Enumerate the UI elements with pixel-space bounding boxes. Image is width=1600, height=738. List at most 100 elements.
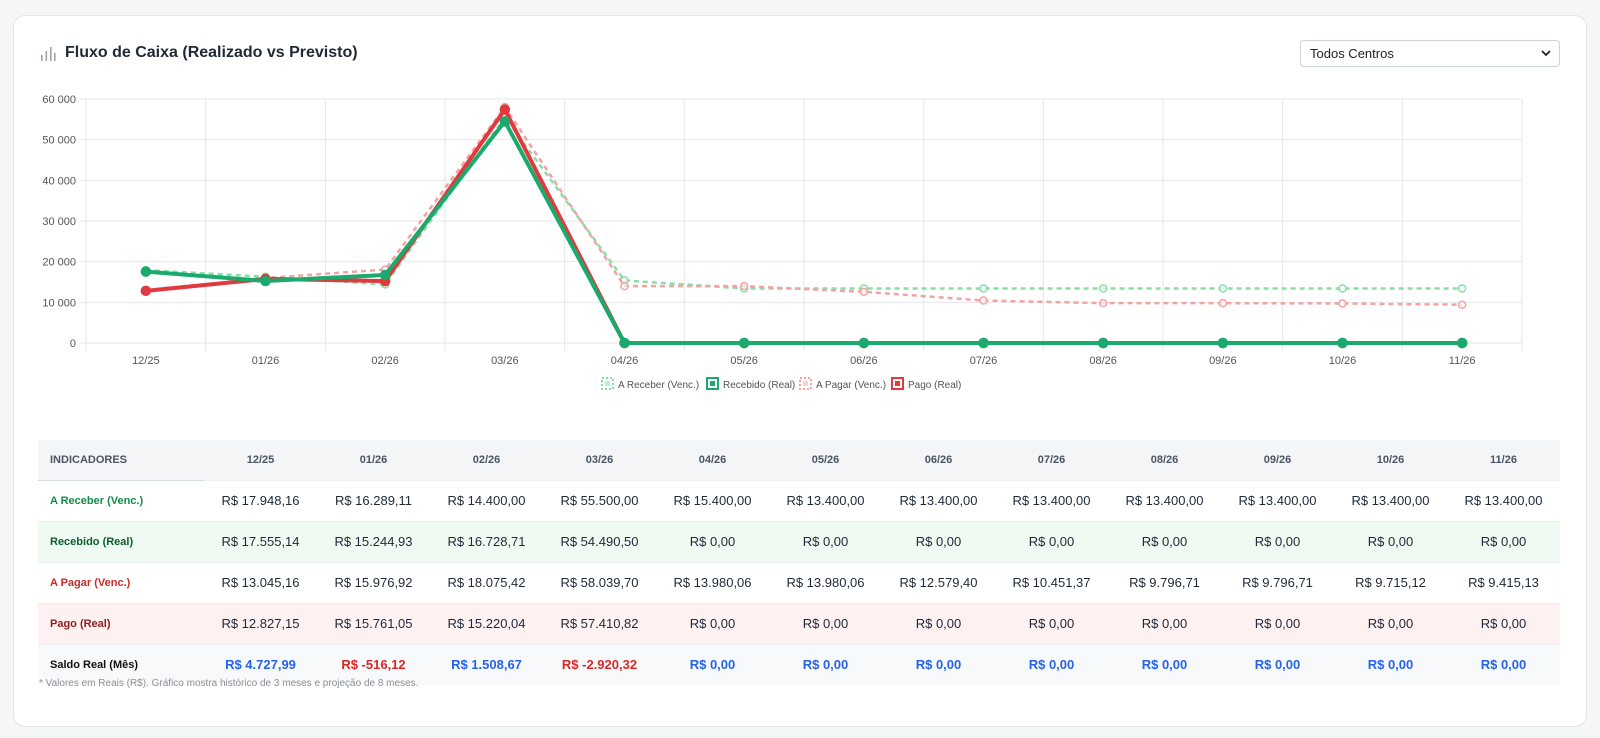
column-header-month: 08/26 [1108, 440, 1221, 480]
table-cell: R$ 0,00 [1221, 520, 1334, 562]
cash-flow-card: Fluxo de Caixa (Realizado vs Previsto) T… [13, 15, 1587, 727]
data-point [858, 337, 870, 349]
x-tick-label: 10/26 [1329, 355, 1357, 367]
table-cell: R$ 9.715,12 [1334, 561, 1447, 603]
data-point [979, 296, 988, 305]
column-header-month: 12/25 [204, 440, 317, 480]
table-row: A Receber (Venc.) R$ 17.948,16 R$ 16.289,1… [38, 479, 1560, 521]
table-cell: R$ 0,00 [656, 643, 769, 685]
row-label: Recebido (Real) [38, 520, 204, 562]
table-cell: R$ 13.400,00 [995, 479, 1108, 521]
table-cell: R$ 54.490,50 [543, 520, 656, 562]
table-cell: R$ 0,00 [1447, 643, 1560, 685]
table-cell: R$ 0,00 [1334, 520, 1447, 562]
data-point [1098, 298, 1108, 308]
column-header-month: 04/26 [656, 440, 769, 480]
table-cell: R$ 0,00 [656, 520, 769, 562]
column-header-indicators: INDICADORES [38, 440, 204, 481]
table-cell: R$ 0,00 [1334, 643, 1447, 685]
table-cell: R$ 17.555,14 [204, 520, 317, 562]
x-tick-label: 01/26 [252, 355, 280, 367]
legend-marker-fill [710, 381, 715, 386]
table-cell: R$ 13.400,00 [1447, 479, 1560, 521]
table-cell: R$ 0,00 [1108, 643, 1221, 685]
table-header-row: INDICADORES 12/25 01/26 02/26 03/26 04/26 05/2… [38, 440, 1560, 481]
x-tick-label: 11/26 [1449, 355, 1476, 367]
y-tick-label: 10 000 [42, 297, 76, 309]
table-cell: R$ 0,00 [882, 520, 995, 562]
data-point [140, 285, 152, 297]
table-cell: R$ 9.796,71 [1221, 561, 1334, 603]
table-cell: R$ 9.796,71 [1108, 561, 1221, 603]
table-row: Recebido (Real) R$ 17.555,14 R$ 15.244,93 R… [38, 520, 1560, 562]
table-row: Pago (Real) R$ 12.827,15 R$ 15.761,05 R$ 15… [38, 602, 1560, 644]
table-cell: R$ 12.579,40 [882, 561, 995, 603]
table-cell: R$ 0,00 [995, 602, 1108, 644]
table-cell: R$ 9.415,13 [1447, 561, 1560, 603]
data-point [1338, 299, 1347, 308]
y-tick-label: 20 000 [42, 257, 76, 269]
column-header-month: 03/26 [543, 440, 656, 480]
table-cell: R$ 0,00 [1447, 520, 1560, 562]
table-cell: R$ 0,00 [1108, 602, 1221, 644]
data-point [1457, 284, 1467, 293]
x-tick-label: 12/25 [132, 355, 160, 367]
data-point [140, 266, 152, 277]
table-cell: R$ 10.451,37 [995, 561, 1108, 603]
column-header-month: 06/26 [882, 440, 995, 480]
data-point [1098, 284, 1108, 293]
table-cell: R$ 13.400,00 [1221, 479, 1334, 521]
data-point [1218, 298, 1228, 308]
table-cell: R$ 0,00 [656, 602, 769, 644]
table-cell: R$ 55.500,00 [543, 479, 656, 521]
table-cell: R$ 17.948,16 [204, 479, 317, 521]
y-tick-label: 60 000 [42, 94, 76, 106]
table-cell: R$ 14.400,00 [430, 479, 543, 521]
column-header-month: 02/26 [430, 440, 543, 480]
table-cell: R$ 15.220,04 [430, 602, 543, 644]
legend-marker-fill [803, 381, 808, 386]
table-cell: R$ 13.400,00 [1334, 479, 1447, 521]
legend-marker-fill [895, 381, 900, 386]
table-body: A Receber (Venc.) R$ 17.948,16 R$ 16.289,1… [38, 479, 1560, 685]
y-tick-label: 0 [70, 338, 76, 350]
data-point [260, 275, 271, 287]
table-cell: R$ 0,00 [1108, 520, 1221, 562]
legend-label: A Receber (Venc.) [618, 380, 699, 391]
table-cell: R$ 0,00 [995, 520, 1108, 562]
table-cell: R$ -2.920,32 [543, 643, 656, 685]
data-point [379, 269, 391, 281]
table-cell: R$ 13.400,00 [769, 479, 882, 521]
column-header-month: 07/26 [995, 440, 1108, 480]
data-point [1218, 284, 1228, 293]
table-cell: R$ 0,00 [1334, 602, 1447, 644]
y-tick-label: 50 000 [42, 135, 76, 147]
data-point [1217, 337, 1229, 349]
data-point [1338, 284, 1347, 293]
table-cell: R$ 18.075,42 [430, 561, 543, 603]
table-cell: R$ 0,00 [769, 643, 882, 685]
legend-label: A Pagar (Venc.) [816, 380, 886, 391]
table-cell: R$ 0,00 [1221, 602, 1334, 644]
table-cell: R$ 58.039,70 [543, 561, 656, 603]
row-label: A Receber (Venc.) [38, 479, 204, 521]
x-tick-label: 04/26 [611, 355, 639, 367]
table-cell: R$ 15.976,92 [317, 561, 430, 603]
x-tick-label: 03/26 [491, 355, 519, 367]
row-label: A Pagar (Venc.) [38, 561, 204, 603]
table-cell: R$ 13.400,00 [882, 479, 995, 521]
x-tick-label: 07/26 [970, 355, 998, 367]
table-cell: R$ 0,00 [769, 520, 882, 562]
x-tick-label: 06/26 [850, 355, 878, 367]
table-cell: R$ 57.410,82 [543, 602, 656, 644]
data-point [1456, 337, 1468, 349]
cash-flow-chart: 0 10 000 20 000 30 000 40 000 50 000 60 000 12/… [42, 94, 1523, 391]
data-point [1097, 337, 1109, 349]
table-cell: R$ 12.827,15 [204, 602, 317, 644]
table-cell: R$ 0,00 [882, 643, 995, 685]
table-cell: R$ 15.761,05 [317, 602, 430, 644]
table-cell: R$ 0,00 [882, 602, 995, 644]
table-cell: R$ 15.400,00 [656, 479, 769, 521]
data-point [739, 281, 749, 291]
footnote: * Valores em Reais (R$). Gráfico mostra … [39, 678, 419, 689]
